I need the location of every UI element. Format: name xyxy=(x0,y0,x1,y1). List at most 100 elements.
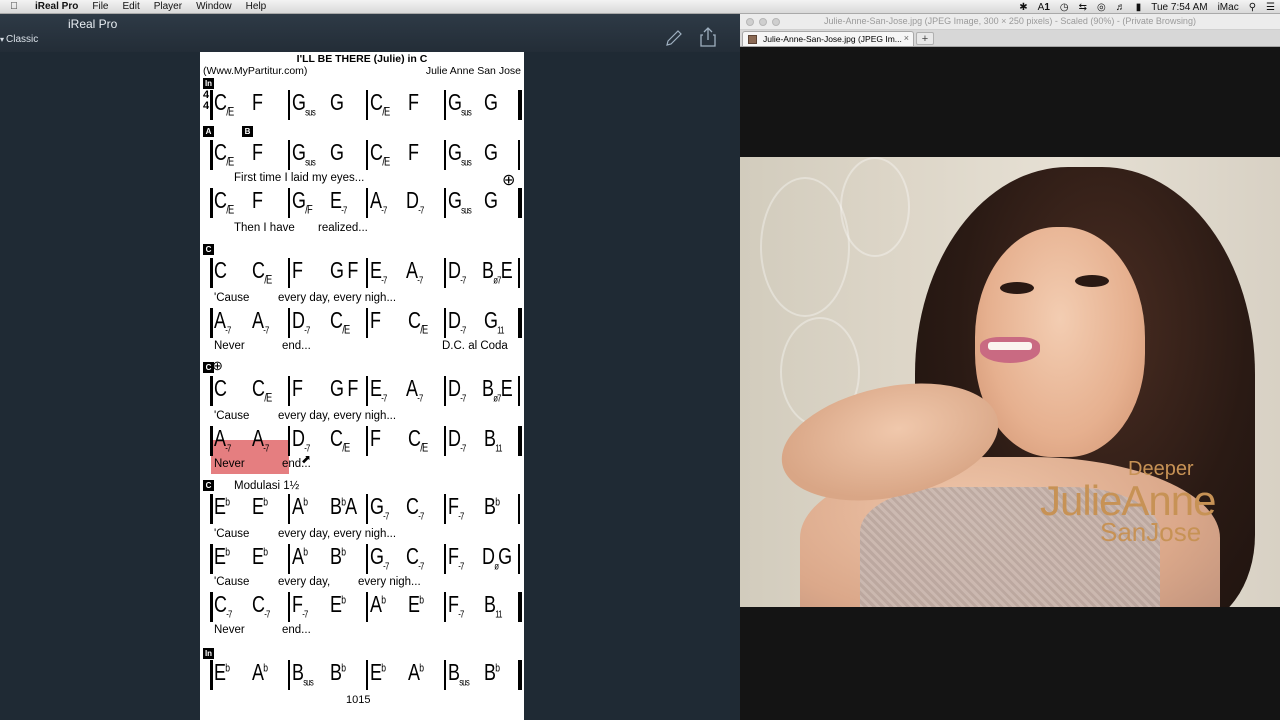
modulation-note: Modulasi 1½ xyxy=(234,480,300,492)
chord: A-7 xyxy=(252,307,269,337)
barline xyxy=(210,376,213,406)
chord: F xyxy=(370,307,381,333)
chord-chart-sheet[interactable]: I'LL BE THERE (Julie) in C (Www.MyPartit… xyxy=(200,52,524,720)
window-title: iReal Pro xyxy=(68,17,118,31)
coda-icon: ⊕ xyxy=(212,358,223,373)
menu-app-name[interactable]: iReal Pro xyxy=(28,1,85,12)
chart-row-2: C/E F Gsus G C/E F Gsus G xyxy=(210,138,522,174)
browser-tab[interactable]: Julie-Anne-San-Jose.jpg (JPEG Im... × xyxy=(742,31,914,46)
chord: C-7 xyxy=(252,591,270,621)
section-marker-b: B xyxy=(242,126,253,137)
spotlight-icon[interactable]: ⚲ xyxy=(1244,2,1261,13)
barline-final xyxy=(518,660,522,690)
chord: G xyxy=(330,89,344,115)
chord: F-7 xyxy=(448,591,464,621)
apple-menu-icon[interactable]:  xyxy=(0,1,28,12)
chord: F-7 xyxy=(448,543,464,573)
barline xyxy=(210,544,213,574)
barline-final xyxy=(518,592,522,622)
lyric: Never xyxy=(214,624,245,636)
mouse-cursor-icon: ⬈ xyxy=(301,452,312,466)
menu-file[interactable]: File xyxy=(85,1,115,12)
browser-content: Deeper JulieAnne SanJose xyxy=(740,48,1280,720)
chord: Gsus xyxy=(292,139,316,169)
barline xyxy=(518,544,520,574)
barline xyxy=(288,376,290,406)
menu-user[interactable]: iMac xyxy=(1213,2,1244,13)
chord: C/E xyxy=(252,257,272,287)
barline xyxy=(288,660,290,690)
chord: Ab xyxy=(370,591,386,617)
volume-icon[interactable]: ♬ xyxy=(1111,2,1131,13)
barline xyxy=(288,90,290,120)
tab-favicon-icon xyxy=(748,35,757,44)
chord: G xyxy=(484,139,498,165)
chord: Eb xyxy=(214,543,230,569)
edit-pencil-icon[interactable] xyxy=(664,28,684,48)
share-icon[interactable] xyxy=(698,26,718,48)
barline xyxy=(288,188,290,218)
barline-final xyxy=(518,308,522,338)
time-machine-icon[interactable]: ◷ xyxy=(1055,2,1074,13)
chord: C-7 xyxy=(406,543,424,573)
lyric: every day, every nigh... xyxy=(278,292,397,304)
close-tab-icon[interactable]: × xyxy=(904,33,909,43)
chart-row-5: A-7 A-7 D-7 C/E F C/E D-7 G11 xyxy=(210,306,522,342)
barline xyxy=(366,660,368,690)
chord: Bø7E xyxy=(482,257,513,287)
chart-row-1: C/E F Gsus G C/E F Gsus G xyxy=(210,88,522,124)
chart-row-4: C C/E F G F E-7 A-7 D-7 Bø7E xyxy=(210,256,522,292)
chord: A-7 xyxy=(406,375,423,405)
chord: C/E xyxy=(214,187,234,217)
chord: DøG xyxy=(482,543,512,573)
lyric: Never xyxy=(214,340,245,352)
chord: Eb xyxy=(330,591,346,617)
chord: D-7 xyxy=(448,425,466,455)
chord: Eb xyxy=(408,591,424,617)
barline xyxy=(444,494,446,524)
chord: G F xyxy=(330,375,358,401)
chart-row-10: C-7 C-7 F-7 Eb Ab Eb F-7 B11 xyxy=(210,590,522,626)
battery-icon[interactable]: ▮ xyxy=(1131,2,1147,13)
barline xyxy=(210,90,213,120)
menu-window[interactable]: Window xyxy=(189,1,239,12)
menu-edit[interactable]: Edit xyxy=(115,1,146,12)
chord: D-7 xyxy=(292,425,310,455)
song-composer: Julie Anne San Jose xyxy=(425,65,521,77)
chord: Bb xyxy=(484,659,500,685)
barline-final xyxy=(518,426,522,456)
chord: F xyxy=(292,257,303,283)
barline xyxy=(444,140,446,170)
notification-center-icon[interactable]: ☰ xyxy=(1261,2,1280,13)
style-selector[interactable]: ▾ Classic xyxy=(0,34,38,45)
new-tab-button[interactable]: + xyxy=(916,32,934,45)
barline xyxy=(288,592,290,622)
adobe-icon[interactable]: A1 xyxy=(1033,2,1055,13)
lyric: every day, every nigh... xyxy=(278,410,397,422)
chord: F xyxy=(408,89,419,115)
barline xyxy=(444,544,446,574)
chord: G xyxy=(484,187,498,213)
chord: E-7 xyxy=(370,257,387,287)
chord: Bsus xyxy=(292,659,314,689)
lyric: 'Cause xyxy=(214,528,250,540)
wifi-icon[interactable]: ◎ xyxy=(1092,2,1111,13)
chord: G-7 xyxy=(370,543,389,573)
chord: Ab xyxy=(252,659,268,685)
menu-player[interactable]: Player xyxy=(147,1,189,12)
lyric: Then I have xyxy=(234,222,295,234)
status-a1: 1 xyxy=(1044,1,1050,13)
dropbox-icon[interactable]: ✱ xyxy=(1014,2,1032,13)
chord: F xyxy=(408,139,419,165)
chart-row-3: C/E F G/F E-7 A-7 D-7 Gsus G xyxy=(210,186,522,222)
chord: F xyxy=(252,187,263,213)
sync-icon[interactable]: ⇆ xyxy=(1074,2,1092,13)
barline xyxy=(444,376,446,406)
chord: F xyxy=(370,425,381,451)
menu-clock[interactable]: Tue 7:54 AM xyxy=(1146,2,1212,13)
menu-help[interactable]: Help xyxy=(239,1,274,12)
style-label: Classic xyxy=(6,34,39,45)
portrait-teeth xyxy=(988,342,1032,350)
barline xyxy=(366,426,368,456)
chord: Bb xyxy=(484,493,500,519)
